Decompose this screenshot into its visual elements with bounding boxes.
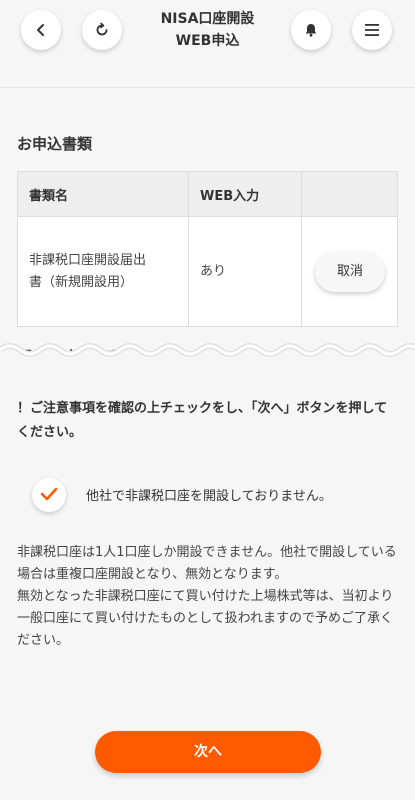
confirm-checkbox[interactable] — [32, 478, 66, 512]
cancel-button[interactable]: 取消 — [315, 251, 385, 292]
description-paragraph-1: 非課税口座は1人1口座しか開設できません。他社で開設している場合は重複口座開設と… — [17, 545, 397, 582]
notice-text: ！ご注意事項を確認の上チェックをし、「次へ」ボタンを押してください。 — [17, 401, 388, 440]
action-cell: 取消 — [301, 216, 398, 327]
notification-button[interactable] — [291, 10, 331, 50]
document-name-line2: 書（新規開設用） — [29, 274, 134, 290]
next-button[interactable]: 次へ — [95, 731, 321, 773]
table-header-row: 書類名 WEB入力 — [17, 171, 398, 217]
section-title: お申込書類 — [17, 135, 93, 153]
description-paragraph-2: 無効となった非課税口座にて買い付けた上場株式等は、当初より一般口座にて買い付けた… — [17, 589, 394, 648]
document-name-line1: 非課税口座開設届出 — [29, 252, 147, 268]
page-title-line1: NISA口座開設 — [160, 11, 255, 27]
table-row: 非課税口座開設届出 書（新規開設用） あり 取消 — [17, 216, 398, 327]
description-text: 非課税口座は1人1口座しか開設できません。他社で開設している場合は重複口座開設と… — [17, 542, 402, 652]
confirm-checkbox-label[interactable]: 他社で非課税口座を開設しておりません。 — [86, 485, 332, 504]
page-tear-divider: 配慮の注出事項 — [0, 328, 415, 386]
menu-button[interactable] — [352, 10, 392, 50]
wavy-tear-shape — [0, 343, 415, 386]
check-icon — [40, 486, 58, 505]
reload-button[interactable] — [82, 10, 122, 50]
bell-icon — [303, 22, 319, 38]
menu-icon — [364, 23, 380, 37]
back-button[interactable] — [21, 10, 61, 50]
chevron-left-icon — [34, 23, 48, 37]
column-header-web-input: WEB入力 — [188, 171, 302, 217]
page-title: NISA口座開設 WEB申込 — [120, 8, 295, 52]
documents-table: 書類名 WEB入力 非課税口座開設届出 書（新規開設用） あり 取消 — [17, 171, 398, 327]
document-name-cell: 非課税口座開設届出 書（新規開設用） — [17, 216, 189, 327]
web-input-cell: あり — [188, 216, 302, 327]
column-header-document-name: 書類名 — [17, 171, 189, 217]
column-header-action — [301, 171, 398, 217]
reload-icon — [94, 22, 110, 38]
app-header: NISA口座開設 WEB申込 — [0, 0, 415, 88]
page-title-line2: WEB申込 — [175, 33, 240, 49]
